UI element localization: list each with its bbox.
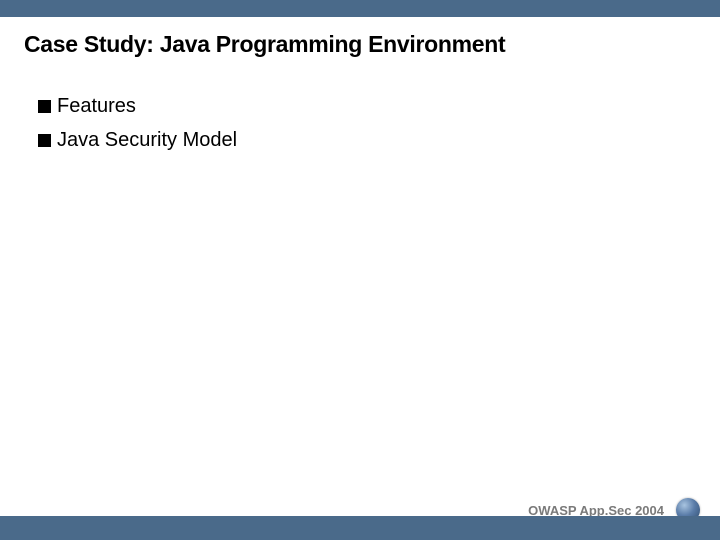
bottom-bar: [0, 516, 720, 540]
bullet-item: Features: [38, 92, 720, 120]
square-bullet-icon: [38, 100, 51, 113]
bullet-text: Features: [57, 92, 136, 120]
bullet-text: Java Security Model: [57, 126, 237, 154]
square-bullet-icon: [38, 134, 51, 147]
slide-footer: OWASP App.Sec 2004: [0, 500, 720, 540]
slide-content: Features Java Security Model: [0, 58, 720, 154]
bullet-item: Java Security Model: [38, 126, 720, 154]
slide-title: Case Study: Java Programming Environment: [0, 17, 720, 58]
top-bar: [0, 0, 720, 17]
